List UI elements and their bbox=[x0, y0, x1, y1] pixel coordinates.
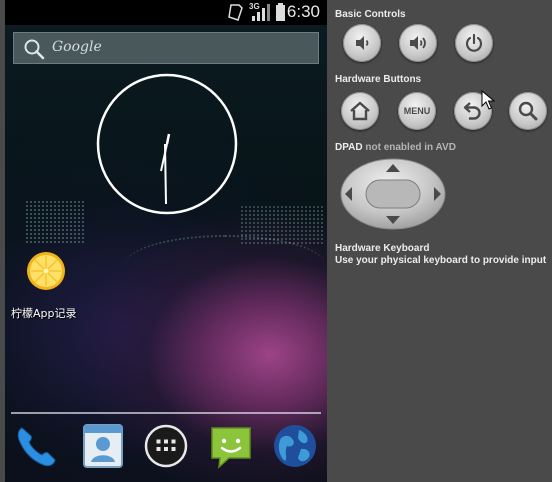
dpad-title: DPAD not enabled in AVD bbox=[335, 142, 456, 153]
keyboard-title: Hardware Keyboard bbox=[335, 243, 430, 254]
hardware-buttons-title: Hardware Buttons bbox=[335, 74, 422, 85]
mouse-cursor-icon bbox=[481, 90, 495, 110]
volume-up-icon bbox=[410, 36, 426, 50]
contacts-icon[interactable] bbox=[80, 422, 126, 470]
basic-controls-title: Basic Controls bbox=[335, 9, 406, 20]
volume-down-icon bbox=[356, 36, 369, 50]
messaging-icon[interactable] bbox=[207, 422, 255, 470]
sim-icon bbox=[228, 4, 243, 21]
app-label: 柠檬App记录 bbox=[11, 307, 77, 320]
home-button[interactable] bbox=[341, 92, 379, 130]
emulator-controls-panel: Basic Controls Hardware Buttons MENU DPA… bbox=[327, 0, 552, 482]
browser-icon[interactable] bbox=[271, 422, 319, 470]
signal-icon bbox=[252, 4, 270, 21]
clock-hour-hand bbox=[165, 133, 171, 145]
home-icon bbox=[350, 101, 370, 121]
menu-label: MENU bbox=[403, 106, 431, 116]
search-icon bbox=[518, 101, 538, 121]
power-icon bbox=[465, 33, 483, 52]
analog-clock-widget[interactable] bbox=[95, 72, 239, 216]
app-drawer-icon[interactable] bbox=[143, 422, 189, 470]
status-time: 6:30 bbox=[286, 2, 320, 21]
dpad-label: DPAD bbox=[335, 142, 363, 153]
dock-divider bbox=[11, 412, 321, 414]
wallpaper-dots bbox=[25, 200, 85, 245]
app-shortcut-lemon[interactable]: 柠檬App记录 bbox=[8, 248, 88, 323]
search-button[interactable] bbox=[509, 92, 547, 130]
power-button[interactable] bbox=[455, 24, 493, 62]
battery-icon bbox=[276, 3, 285, 21]
status-bar: 3G 6:30 bbox=[5, 0, 327, 25]
dpad[interactable] bbox=[340, 158, 446, 230]
dpad-note: not enabled in AVD bbox=[365, 142, 456, 153]
volume-up-button[interactable] bbox=[399, 24, 437, 62]
search-icon bbox=[24, 39, 45, 60]
volume-down-button[interactable] bbox=[343, 24, 381, 62]
phone-icon[interactable] bbox=[12, 422, 60, 470]
lemon-icon bbox=[27, 252, 65, 290]
keyboard-description: Use your physical keyboard to provide in… bbox=[335, 255, 547, 266]
wallpaper-arc bbox=[125, 235, 325, 295]
search-placeholder: Google bbox=[52, 39, 102, 55]
google-search-bar[interactable]: Google bbox=[13, 32, 319, 64]
emulator-screen[interactable]: 3G 6:30 Google 柠檬App记录 bbox=[5, 0, 327, 482]
menu-button[interactable]: MENU bbox=[398, 92, 436, 130]
